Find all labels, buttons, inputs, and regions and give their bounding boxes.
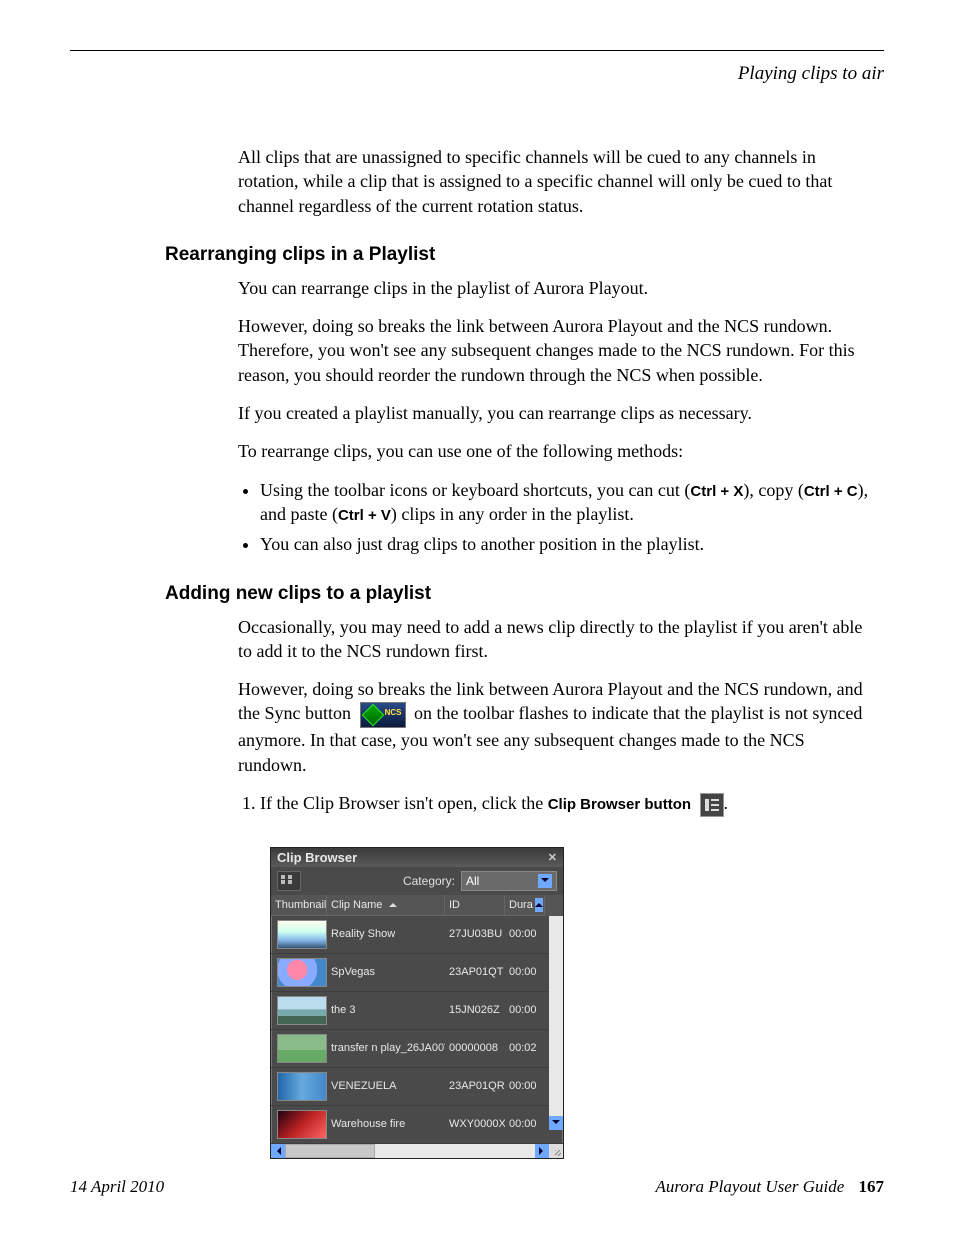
chevron-down-icon <box>538 874 552 888</box>
sec2-p1: Occasionally, you may need to add a news… <box>238 615 874 664</box>
shortcut-cut: Ctrl + X <box>690 483 743 500</box>
view-mode-icon[interactable] <box>277 871 301 891</box>
shortcut-paste: Ctrl + V <box>338 507 391 524</box>
clip-duration-cell: 00:00 <box>505 1116 545 1132</box>
category-value: All <box>466 874 479 888</box>
sec1-p3: If you created a playlist manually, you … <box>238 401 874 425</box>
resize-grip-icon[interactable] <box>549 1144 563 1158</box>
sec1-p4: To rearrange clips, you can use one of t… <box>238 439 874 463</box>
footer-guide-title: Aurora Playout User Guide <box>656 1177 845 1196</box>
list-item: Using the toolbar icons or keyboard shor… <box>260 478 874 527</box>
table-row[interactable]: transfer n play_26JA00VN0000000800:02 <box>271 1030 563 1068</box>
sort-asc-icon <box>389 899 397 907</box>
col-id[interactable]: ID <box>445 895 505 916</box>
heading-rearranging: Rearranging clips in a Playlist <box>165 244 884 266</box>
sec2-p2: However, doing so breaks the link betwee… <box>238 677 874 777</box>
clip-id-cell: 00000008 <box>445 1040 505 1056</box>
category-dropdown[interactable]: All <box>461 871 557 891</box>
thumbnail <box>277 1034 327 1063</box>
text: . <box>724 793 729 813</box>
text: ) clips in any order in the playlist. <box>391 504 634 524</box>
clip-id-cell: 23AP01QR <box>445 1078 505 1094</box>
thumbnail <box>277 1072 327 1101</box>
scroll-thumb[interactable] <box>285 1144 375 1158</box>
clip-id-cell: 15JN026Z <box>445 1002 505 1018</box>
clip-name-cell: transfer n play_26JA00VN <box>327 1040 445 1056</box>
clip-name-cell: SpVegas <box>327 964 445 980</box>
clip-duration-cell: 00:00 <box>505 1002 545 1018</box>
text: If the Clip Browser isn't open, click th… <box>260 793 548 813</box>
col-duration[interactable]: Dura <box>505 895 545 916</box>
sec1-p2: However, doing so breaks the link betwee… <box>238 314 874 387</box>
clip-duration-cell: 00:00 <box>505 1078 545 1094</box>
scroll-up-icon[interactable] <box>535 898 543 912</box>
sec1-p1: You can rearrange clips in the playlist … <box>238 276 874 300</box>
text: Using the toolbar icons or keyboard shor… <box>260 480 690 500</box>
thumbnail <box>277 1110 327 1139</box>
text: ), copy ( <box>743 480 803 500</box>
clip-name-cell: Warehouse fire <box>327 1116 445 1132</box>
clip-duration-cell: 00:00 <box>505 926 545 942</box>
intro-paragraph: All clips that are unassigned to specifi… <box>238 145 874 218</box>
col-clip-name[interactable]: Clip Name <box>327 895 445 916</box>
close-icon[interactable]: ✕ <box>548 851 557 864</box>
category-label: Category: <box>403 874 455 888</box>
rearrange-methods-list: Using the toolbar icons or keyboard shor… <box>238 478 874 557</box>
clip-name-cell: the 3 <box>327 1002 445 1018</box>
sync-button-icon: NCS <box>360 702 406 728</box>
scroll-left-icon[interactable] <box>271 1144 285 1158</box>
clip-id-cell: WXY0000X <box>445 1116 505 1132</box>
clip-browser-window: Clip Browser ✕ Category: All Thumbnail C… <box>270 847 564 1159</box>
clip-name-cell: Reality Show <box>327 926 445 942</box>
page-number: 167 <box>859 1177 885 1196</box>
clip-browser-button-label: Clip Browser button <box>548 796 691 813</box>
thumbnail <box>277 920 327 949</box>
table-row[interactable]: Warehouse fireWXY0000X00:00 <box>271 1106 563 1144</box>
clip-browser-button-icon <box>700 793 724 817</box>
clip-duration-cell: 00:00 <box>505 964 545 980</box>
col-thumbnail[interactable]: Thumbnail <box>271 895 327 916</box>
table-row[interactable]: SpVegas23AP01QT00:00 <box>271 954 563 992</box>
shortcut-copy: Ctrl + C <box>804 483 858 500</box>
horizontal-scrollbar[interactable] <box>271 1144 563 1158</box>
thumbnail <box>277 958 327 987</box>
clip-browser-title: Clip Browser <box>277 850 357 865</box>
running-header: Playing clips to air <box>70 63 884 85</box>
clip-id-cell: 27JU03BU <box>445 926 505 942</box>
table-row[interactable]: VENEZUELA23AP01QR00:00 <box>271 1068 563 1106</box>
sync-icon-label: NCS <box>385 708 402 719</box>
vertical-scrollbar[interactable] <box>549 916 563 1130</box>
scroll-right-icon[interactable] <box>535 1144 549 1158</box>
clip-name-cell: VENEZUELA <box>327 1078 445 1094</box>
clip-duration-cell: 00:02 <box>505 1040 545 1056</box>
table-row[interactable]: the 315JN026Z00:00 <box>271 992 563 1030</box>
clip-id-cell: 23AP01QT <box>445 964 505 980</box>
column-headers: Thumbnail Clip Name ID Dura <box>271 895 563 916</box>
heading-adding: Adding new clips to a playlist <box>165 583 884 605</box>
step-1: If the Clip Browser isn't open, click th… <box>260 791 874 817</box>
scroll-down-icon[interactable] <box>549 1116 563 1130</box>
thumbnail <box>277 996 327 1025</box>
table-row[interactable]: Reality Show27JU03BU00:00 <box>271 916 563 954</box>
footer-date: 14 April 2010 <box>70 1177 164 1197</box>
list-item: You can also just drag clips to another … <box>260 532 874 556</box>
